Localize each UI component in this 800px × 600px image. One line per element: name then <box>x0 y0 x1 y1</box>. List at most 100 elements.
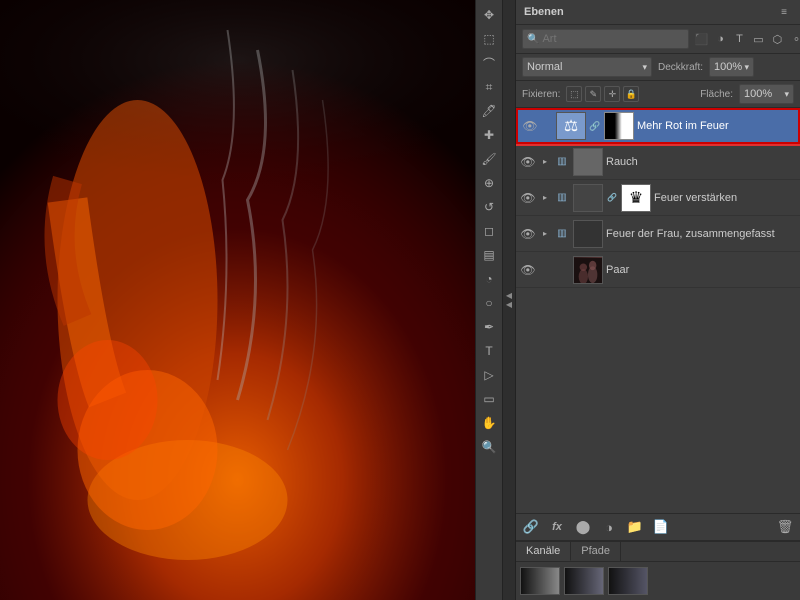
layer-mask-mehr-rot <box>604 112 634 140</box>
layer-eye-mehr-rot[interactable]: 👁 <box>522 118 538 134</box>
layer-item-paar[interactable]: 👁 Paar <box>516 252 800 288</box>
layer-filter-icons: ⬛ ◑ T ▭ ⬡ ⚬ <box>693 31 800 47</box>
opacity-chevron: ▾ <box>744 62 749 73</box>
blend-mode-select[interactable]: Normal ▾ <box>522 57 652 77</box>
toolbar-heal[interactable]: ✚ <box>478 124 500 146</box>
toolbar-clone[interactable]: ⊕ <box>478 172 500 194</box>
bottom-tabs-panel: Kanäle Pfade <box>516 540 800 600</box>
layer-name-paar: Paar <box>606 264 796 276</box>
layer-expand-mehr-rot <box>541 120 553 132</box>
delete-layer-btn[interactable]: 🗑 <box>776 518 794 536</box>
filter-toggle[interactable]: ⚬ <box>788 31 800 47</box>
panel-header: Ebenen ≡ <box>516 0 800 25</box>
toolbar-eraser[interactable]: ◻ <box>478 220 500 242</box>
flaeche-input[interactable]: 100% ▾ <box>739 84 794 104</box>
layers-bottom-toolbar: 🔗 fx ⬤ ◑ 📁 📄 🗑 <box>516 513 800 540</box>
lock-icons: ⬚ ✎ ✛ 🔒 <box>566 86 639 102</box>
blend-mode-chevron: ▾ <box>642 62 647 73</box>
search-input[interactable] <box>542 33 684 45</box>
search-bar: 🔍 ⬛ ◑ T ▭ ⬡ ⚬ <box>516 25 800 54</box>
toolbar-blur[interactable]: ◔ <box>478 268 500 290</box>
layer-type-folder-feuer-verst: ▥ <box>554 190 570 206</box>
add-adjustment-btn[interactable]: ◑ <box>600 518 618 536</box>
layer-thumb-rauch <box>573 148 603 176</box>
layer-expand-feuer-frau[interactable] <box>539 228 551 240</box>
layer-item-rauch[interactable]: 👁 ▥ Rauch <box>516 144 800 180</box>
fx-btn[interactable]: fx <box>548 518 566 536</box>
toolbar-eyedropper[interactable]: 🖊 <box>478 100 500 122</box>
layer-expand-paar <box>539 264 551 276</box>
blend-mode-row: Normal ▾ Deckkraft: 100% ▾ <box>516 54 800 81</box>
layer-name-mehr-rot: Mehr Rot im Feuer <box>637 120 794 132</box>
tab-pfade[interactable]: Pfade <box>571 542 621 561</box>
toolbar-hand[interactable]: ✋ <box>478 412 500 434</box>
toolbar-select[interactable]: ⬚ <box>478 28 500 50</box>
layer-eye-feuer-frau[interactable]: 👁 <box>520 226 536 242</box>
layer-item-feuer-frau[interactable]: 👁 ▥ Feuer der Frau, zusammengefasst <box>516 216 800 252</box>
create-group-btn[interactable]: 📁 <box>626 518 644 536</box>
toolbar-pen[interactable]: ✒ <box>478 316 500 338</box>
panel-menu-btn[interactable]: ≡ <box>776 4 792 20</box>
canvas-area <box>0 0 475 600</box>
left-toolbar: ✥ ⬚ ⌒ ⌗ 🖊 ✚ 🖌 ⊕ ↺ ◻ ▤ ◔ ○ ✒ T ▷ ▭ ✋ 🔍 <box>475 0 503 600</box>
layer-thumb-mehr-rot: ⚖ <box>556 112 586 140</box>
layer-name-rauch: Rauch <box>606 156 796 168</box>
layer-item-mehr-rot[interactable]: 👁 ⚖ 🔗 Mehr Rot im Feuer <box>516 108 800 144</box>
bottom-tab-row: Kanäle Pfade <box>516 542 800 562</box>
toolbar-crop[interactable]: ⌗ <box>478 76 500 98</box>
toolbar-shape[interactable]: ▭ <box>478 388 500 410</box>
channel-thumb-rgb <box>520 567 560 595</box>
toolbar-lasso[interactable]: ⌒ <box>478 52 500 74</box>
toolbar-history[interactable]: ↺ <box>478 196 500 218</box>
layer-expand-rauch[interactable] <box>539 156 551 168</box>
layer-item-feuer-verst[interactable]: 👁 ▥ 🔗 ♛ Feuer verstärken <box>516 180 800 216</box>
layer-name-feuer-frau: Feuer der Frau, zusammengefasst <box>606 228 796 240</box>
layer-eye-paar[interactable]: 👁 <box>520 262 536 278</box>
toolbar-text[interactable]: T <box>478 340 500 362</box>
layer-name-feuer-verst: Feuer verstärken <box>654 192 796 204</box>
canvas-image <box>0 0 475 600</box>
channel-thumb-3 <box>608 567 648 595</box>
toolbar-dodge[interactable]: ○ <box>478 292 500 314</box>
filter-smart-icon[interactable]: ⬡ <box>769 31 785 47</box>
layers-list: 👁 ⚖ 🔗 Mehr Rot im Feuer 👁 ▥ Rauch 👁 ▥ <box>516 108 800 513</box>
layer-mask-feuer-verst: ♛ <box>621 184 651 212</box>
search-icon: 🔍 <box>527 34 539 45</box>
create-layer-btn[interactable]: 📄 <box>652 518 670 536</box>
opacity-input[interactable]: 100% ▾ <box>709 57 754 77</box>
tab-kanaele[interactable]: Kanäle <box>516 542 571 561</box>
lock-all-icon[interactable]: 🔒 <box>623 86 639 102</box>
layer-thumb-feuer-verst <box>573 184 603 212</box>
layer-type-folder-feuer-frau: ▥ <box>554 226 570 242</box>
channels-content <box>516 562 800 600</box>
lock-image-icon[interactable]: ✎ <box>585 86 601 102</box>
layers-panel: Ebenen ≡ 🔍 ⬛ ◑ T ▭ ⬡ ⚬ Normal ▾ Deckkraf… <box>515 0 800 600</box>
panel-title: Ebenen <box>524 6 564 18</box>
toolbar-move[interactable]: ✥ <box>478 4 500 26</box>
layer-chain-mehr-rot: 🔗 <box>589 120 601 132</box>
filter-adjustment-icon[interactable]: ◑ <box>712 31 728 47</box>
lock-position-icon[interactable]: ✛ <box>604 86 620 102</box>
lock-row: Fixieren: ⬚ ✎ ✛ 🔒 Fläche: 100% ▾ <box>516 81 800 108</box>
layer-type-folder-rauch: ▥ <box>554 154 570 170</box>
search-input-wrap[interactable]: 🔍 <box>522 29 689 49</box>
lock-transparent-icon[interactable]: ⬚ <box>566 86 582 102</box>
filter-shape-icon[interactable]: ▭ <box>750 31 766 47</box>
panel-collapse-handle[interactable]: ◀◀ <box>503 0 515 600</box>
toolbar-gradient[interactable]: ▤ <box>478 244 500 266</box>
add-mask-btn[interactable]: ⬤ <box>574 518 592 536</box>
opacity-label: Deckkraft: <box>658 62 703 73</box>
layer-eye-rauch[interactable]: 👁 <box>520 154 536 170</box>
link-layers-btn[interactable]: 🔗 <box>522 518 540 536</box>
flaeche-label: Fläche: <box>700 89 733 100</box>
layer-eye-feuer-verst[interactable]: 👁 <box>520 190 536 206</box>
lock-label: Fixieren: <box>522 89 560 100</box>
layer-expand-feuer-verst[interactable] <box>539 192 551 204</box>
filter-pixel-icon[interactable]: ⬛ <box>693 31 709 47</box>
toolbar-brush[interactable]: 🖌 <box>478 148 500 170</box>
filter-text-icon[interactable]: T <box>731 31 747 47</box>
toolbar-path[interactable]: ▷ <box>478 364 500 386</box>
toolbar-zoom[interactable]: 🔍 <box>478 436 500 458</box>
layer-thumb-paar <box>573 256 603 284</box>
flaeche-chevron: ▾ <box>784 89 789 100</box>
